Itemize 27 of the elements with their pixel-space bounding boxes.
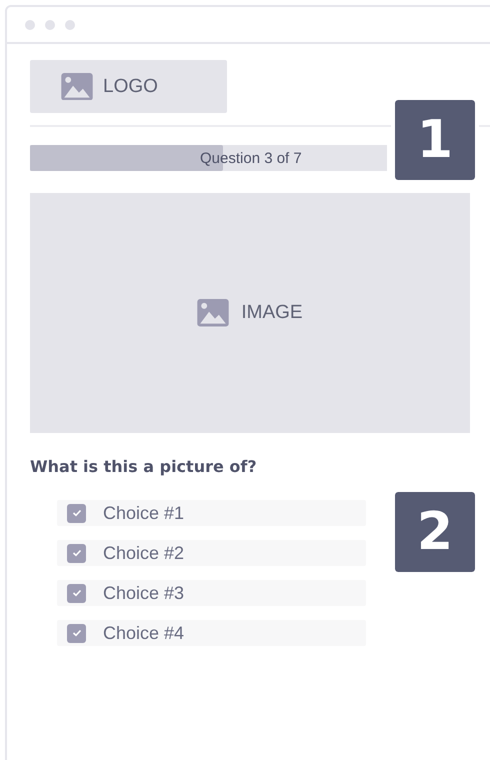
window-dot xyxy=(65,20,75,30)
question-text: What is this a picture of? xyxy=(30,457,258,476)
callout-number: 1 xyxy=(395,100,475,180)
choice-option[interactable]: Choice #3 xyxy=(57,580,366,606)
check-icon xyxy=(72,509,82,517)
progress-label: Question 3 of 7 xyxy=(200,150,302,166)
checkbox[interactable] xyxy=(67,584,86,602)
check-icon xyxy=(72,589,82,597)
checkbox[interactable] xyxy=(67,624,86,642)
choice-option[interactable]: Choice #2 xyxy=(57,540,366,566)
image-label: IMAGE xyxy=(241,302,303,324)
choice-label: Choice #2 xyxy=(103,542,184,564)
check-icon xyxy=(72,549,82,557)
choice-label: Choice #3 xyxy=(103,582,184,604)
logo-label: LOGO xyxy=(103,76,158,98)
check-icon xyxy=(72,629,82,637)
window-dot xyxy=(25,20,35,30)
image-icon xyxy=(197,299,230,327)
choice-label: Choice #4 xyxy=(103,622,184,644)
image-icon xyxy=(61,72,93,100)
choice-option[interactable]: Choice #4 xyxy=(57,620,366,646)
checkbox[interactable] xyxy=(67,504,86,522)
choice-label: Choice #1 xyxy=(103,502,184,524)
callout-number: 2 xyxy=(395,492,475,572)
window-dot xyxy=(45,20,55,30)
choice-option[interactable]: Choice #1 xyxy=(57,500,366,526)
checkbox[interactable] xyxy=(67,544,86,562)
